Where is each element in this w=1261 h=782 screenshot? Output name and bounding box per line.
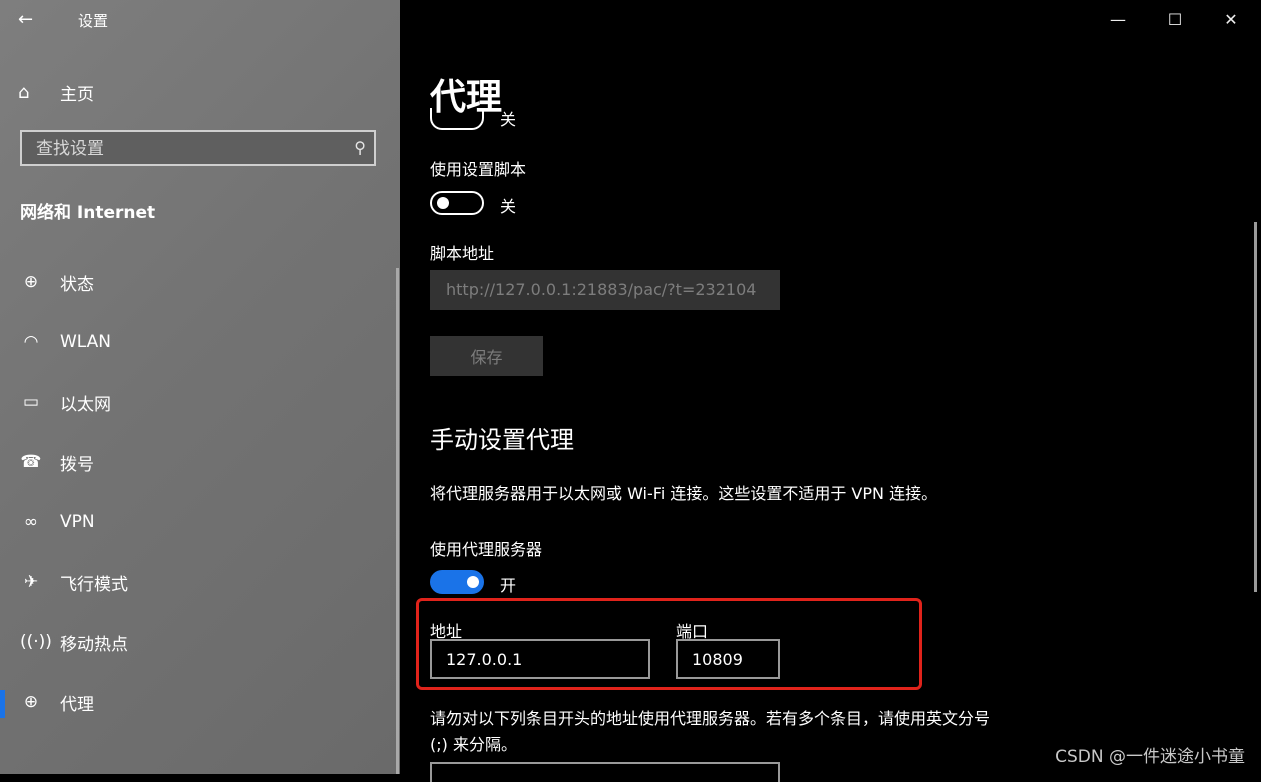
use-proxy-label: 使用代理服务器 — [430, 540, 543, 559]
sidebar-item-label: 移动热点 — [60, 634, 128, 655]
use-script-label: 使用设置脚本 — [430, 160, 527, 179]
script-address-label: 脚本地址 — [430, 244, 495, 263]
use-proxy-toggle[interactable] — [430, 570, 484, 594]
maximize-button[interactable]: ☐ — [1152, 6, 1198, 34]
sidebar-item-wlan[interactable]: ◠ WLAN — [0, 312, 400, 372]
sidebar-scrollbar[interactable] — [396, 268, 399, 774]
sidebar-item-label: 状态 — [60, 274, 94, 295]
port-input[interactable] — [678, 641, 778, 677]
sidebar: ← 设置 ⌂ 主页 ⚲ 网络和 Internet ⊕ 状态 ◠ WLAN ▭ 以… — [0, 0, 400, 774]
search-input[interactable] — [22, 132, 358, 166]
auto-detect-toggle[interactable] — [430, 108, 484, 130]
sidebar-item-vpn[interactable]: ∞ VPN — [0, 492, 400, 552]
save-button: 保存 — [430, 336, 543, 376]
wifi-icon: ◠ — [23, 332, 39, 352]
hotspot-icon: ((·)) — [20, 632, 52, 652]
use-script-state: 关 — [500, 197, 517, 216]
toggle-knob — [437, 197, 449, 209]
manual-proxy-heading: 手动设置代理 — [430, 426, 574, 454]
airplane-icon: ✈ — [23, 572, 39, 592]
sidebar-item-hotspot[interactable]: ((·)) 移动热点 — [0, 612, 400, 672]
back-arrow-icon[interactable]: ← — [18, 8, 42, 32]
sidebar-item-label: 拨号 — [60, 454, 94, 475]
dialup-icon: ☎ — [20, 452, 42, 472]
manual-proxy-description: 将代理服务器用于以太网或 Wi-Fi 连接。这些设置不适用于 VPN 连接。 — [430, 484, 938, 503]
close-button[interactable]: ✕ — [1208, 6, 1254, 34]
auto-detect-state: 关 — [500, 110, 517, 129]
sidebar-item-dialup[interactable]: ☎ 拨号 — [0, 432, 400, 492]
home-link[interactable]: ⌂ 主页 — [18, 78, 94, 106]
home-icon: ⌂ — [18, 81, 30, 103]
port-field[interactable] — [676, 639, 780, 679]
globe-icon: ⊕ — [23, 692, 39, 712]
sidebar-item-proxy[interactable]: ⊕ 代理 — [0, 672, 400, 732]
sidebar-item-label: VPN — [60, 512, 95, 532]
search-icon[interactable]: ⚲ — [354, 138, 366, 157]
sidebar-item-status[interactable]: ⊕ 状态 — [0, 252, 400, 312]
home-label: 主页 — [60, 84, 94, 105]
sidebar-nav: ⊕ 状态 ◠ WLAN ▭ 以太网 ☎ 拨号 ∞ VPN ✈ 飞行模式 ((·)… — [0, 252, 400, 732]
window-title: 设置 — [78, 12, 109, 30]
vpn-icon: ∞ — [23, 512, 39, 532]
exceptions-field[interactable] — [430, 762, 780, 782]
watermark: CSDN @一件迷途小书童 — [1055, 747, 1245, 767]
ethernet-icon: ▭ — [22, 392, 40, 412]
sidebar-item-ethernet[interactable]: ▭ 以太网 — [0, 372, 400, 432]
section-title: 网络和 Internet — [20, 203, 156, 223]
sidebar-item-label: 以太网 — [60, 394, 111, 415]
toggle-knob — [467, 576, 479, 588]
use-script-toggle[interactable] — [430, 191, 484, 215]
sidebar-item-label: WLAN — [60, 332, 112, 352]
sidebar-item-label: 代理 — [60, 694, 94, 715]
use-proxy-state: 开 — [500, 576, 517, 595]
sidebar-item-airplane[interactable]: ✈ 飞行模式 — [0, 552, 400, 612]
status-globe-icon: ⊕ — [23, 272, 39, 292]
sidebar-item-label: 飞行模式 — [60, 574, 128, 595]
address-input[interactable] — [432, 641, 648, 677]
main-scrollbar[interactable] — [1254, 222, 1257, 592]
script-address-field: http://127.0.0.1:21883/pac/?t=232104 — [430, 270, 780, 310]
minimize-button[interactable]: — — [1095, 6, 1141, 34]
address-field[interactable] — [430, 639, 650, 679]
search-box[interactable]: ⚲ — [20, 130, 376, 166]
exceptions-description: 请勿对以下列条目开头的地址使用代理服务器。若有多个条目，请使用英文分号 (;) … — [430, 709, 991, 754]
